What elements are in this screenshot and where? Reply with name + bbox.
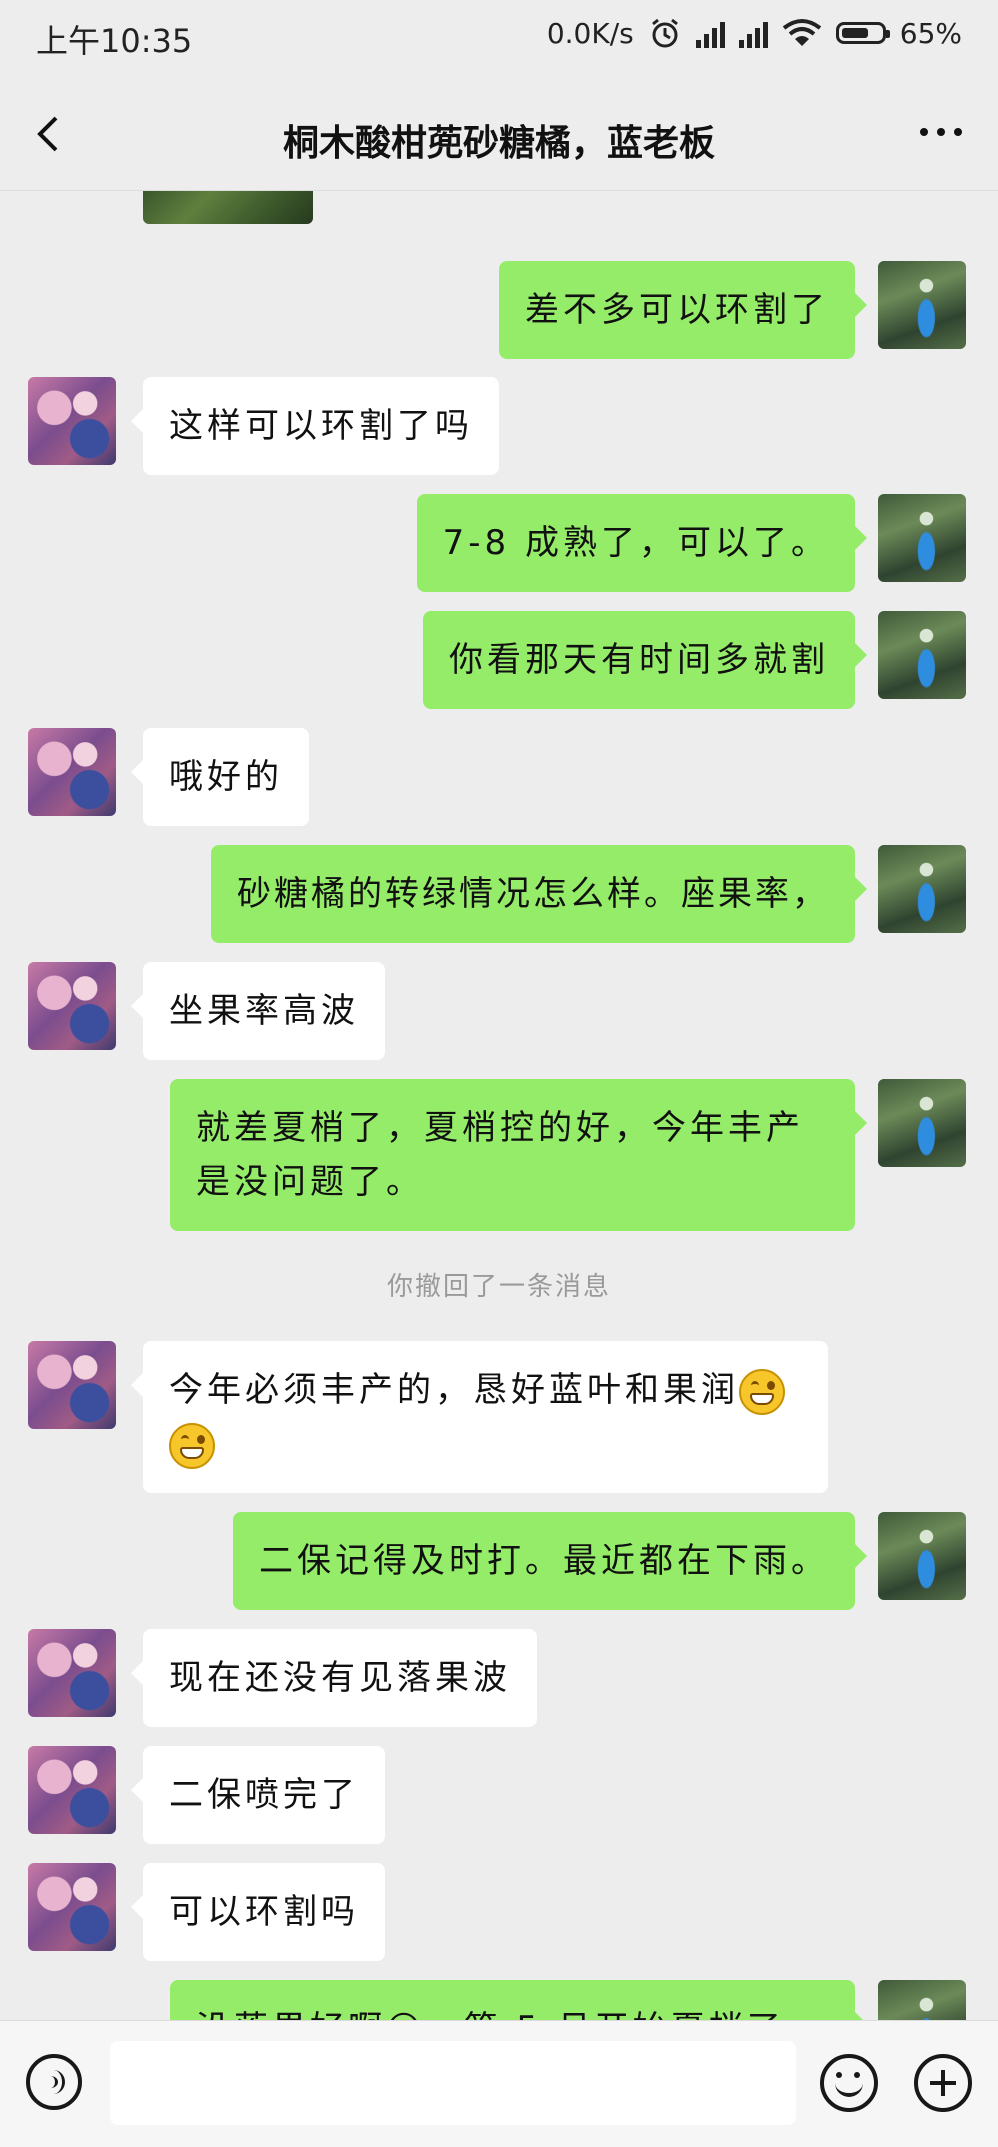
status-icons: 0.0K/s 65%	[547, 16, 962, 50]
alarm-icon	[651, 18, 678, 48]
contact-avatar[interactable]	[28, 1341, 116, 1429]
more-options-icon[interactable]	[920, 128, 962, 136]
message-bubble-out[interactable]: 二保记得及时打。最近都在下雨。	[233, 1512, 867, 1610]
message-bubble-in[interactable]: 哦好的	[131, 728, 309, 826]
grin-emoji-icon	[169, 1422, 215, 1469]
contact-avatar[interactable]	[28, 728, 116, 816]
message-bubble-out[interactable]: 砂糖橘的转绿情况怎么样。座果率，	[211, 845, 867, 943]
message-bubble-in[interactable]: 二保喷完了	[131, 1746, 385, 1844]
my-avatar[interactable]	[878, 1980, 966, 2020]
my-avatar[interactable]	[878, 261, 966, 349]
image-message-thumbnail[interactable]	[143, 191, 313, 224]
contact-avatar[interactable]	[28, 1746, 116, 1834]
wifi-icon	[782, 19, 821, 46]
battery-percent: 65%	[899, 16, 962, 50]
battery-icon	[835, 22, 890, 44]
my-avatar[interactable]	[878, 845, 966, 933]
status-time: 上午10:35	[36, 22, 193, 60]
message-bubble-out[interactable]: 就差夏梢了，夏梢控的好，今年丰产是没问题了。	[170, 1079, 867, 1231]
more-attachments-icon[interactable]	[914, 2054, 972, 2112]
voice-input-icon[interactable]	[26, 2054, 82, 2110]
message-bubble-in[interactable]: 坐果率高波	[131, 962, 385, 1060]
message-bubble-out[interactable]: 7-8 成熟了，可以了。	[416, 494, 868, 592]
my-avatar[interactable]	[878, 494, 966, 582]
message-text: 今年必须丰产的，恳好蓝叶和果润	[169, 1370, 739, 1410]
recall-notice: 你撤回了一条消息	[386, 1272, 611, 1302]
message-bubble-in[interactable]: 现在还没有见落果波	[131, 1629, 537, 1727]
signal-icon-1	[695, 18, 725, 48]
status-bar: 上午10:35 0.0K/s 65%	[0, 0, 998, 78]
network-speed: 0.0K/s	[546, 16, 634, 50]
contact-avatar[interactable]	[28, 1863, 116, 1951]
message-bubble-in[interactable]: 这样可以环割了吗	[131, 377, 499, 475]
message-bubble-out[interactable]: 没落果好啊😀，第 5 月开始夏梢了。	[170, 1980, 867, 2020]
chat-message-list[interactable]: 差不多可以环割了 这样可以环割了吗 7-8 成熟了，可以了。 你看那天有时间多就…	[0, 191, 998, 2020]
my-avatar[interactable]	[878, 1079, 966, 1167]
chat-header: 桐木酸柑蔸砂糖橘，蓝老板	[0, 78, 998, 191]
signal-icon-2	[738, 18, 768, 48]
emoji-picker-icon[interactable]	[820, 2054, 878, 2112]
contact-avatar[interactable]	[28, 1629, 116, 1717]
message-bubble-in[interactable]: 可以环割吗	[131, 1863, 385, 1961]
message-bubble-in[interactable]: 今年必须丰产的，恳好蓝叶和果润	[131, 1341, 828, 1493]
message-input[interactable]	[110, 2041, 796, 2125]
chat-title: 桐木酸柑蔸砂糖橘，蓝老板	[282, 123, 715, 164]
contact-avatar[interactable]	[28, 377, 116, 465]
my-avatar[interactable]	[878, 1512, 966, 1600]
contact-avatar[interactable]	[28, 962, 116, 1050]
grin-emoji-icon	[739, 1368, 785, 1415]
chat-input-bar	[0, 2020, 998, 2147]
message-bubble-out[interactable]: 你看那天有时间多就割	[423, 611, 867, 709]
my-avatar[interactable]	[878, 611, 966, 699]
message-bubble-out[interactable]: 差不多可以环割了	[499, 261, 867, 359]
